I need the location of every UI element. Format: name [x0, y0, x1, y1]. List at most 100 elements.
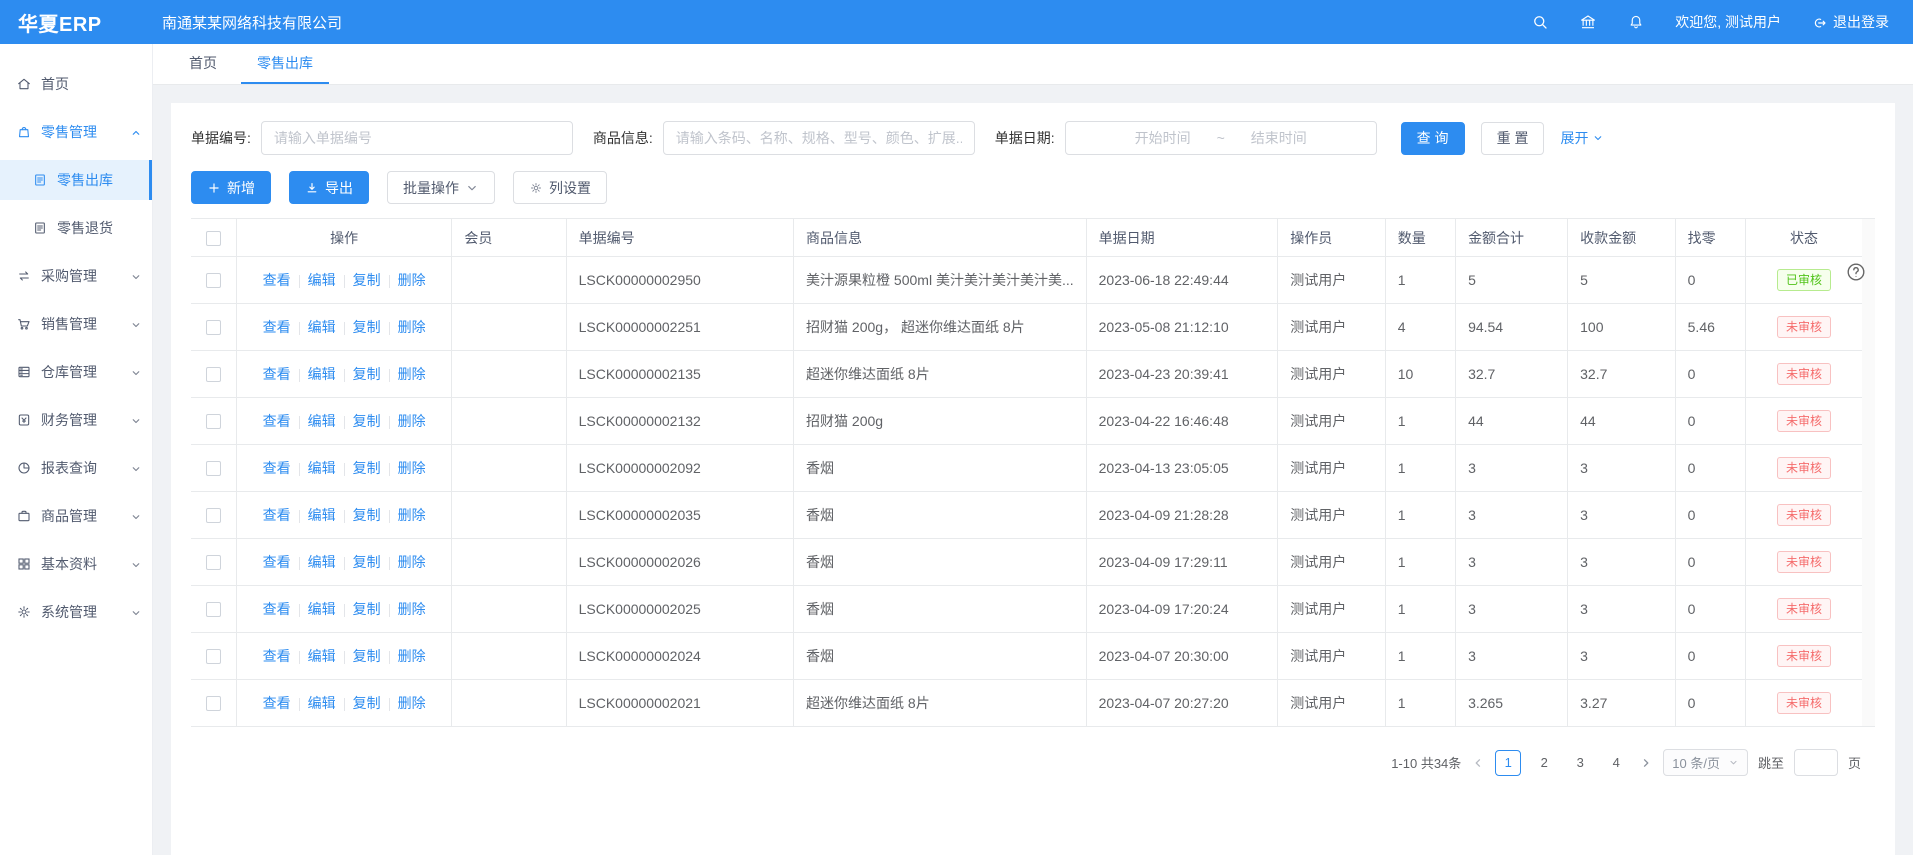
reset-button[interactable]: 重 置 — [1481, 122, 1545, 155]
row-checkbox[interactable] — [206, 508, 221, 523]
row-action-copy[interactable]: 复制 — [353, 554, 381, 570]
sidebar-item-system[interactable]: 系统管理 — [0, 592, 152, 632]
row-checkbox[interactable] — [206, 696, 221, 711]
row-action-view[interactable]: 查看 — [263, 460, 291, 476]
sidebar-item-retail-return[interactable]: 零售退货 — [0, 208, 152, 248]
row-action-view[interactable]: 查看 — [263, 554, 291, 570]
goods-info-input[interactable] — [663, 121, 975, 155]
sidebar-item-basic[interactable]: 基本资料 — [0, 544, 152, 584]
page-2[interactable]: 2 — [1531, 750, 1557, 776]
bill-no-label: 单据编号: — [191, 128, 251, 148]
row-action-copy[interactable]: 复制 — [353, 366, 381, 382]
row-action-edit[interactable]: 编辑 — [308, 319, 336, 335]
row-checkbox[interactable] — [206, 414, 221, 429]
status-badge: 未审核 — [1777, 410, 1831, 432]
help-icon[interactable] — [1845, 261, 1867, 283]
row-action-view[interactable]: 查看 — [263, 319, 291, 335]
row-action-view[interactable]: 查看 — [263, 413, 291, 429]
row-checkbox[interactable] — [206, 555, 221, 570]
row-action-view[interactable]: 查看 — [263, 695, 291, 711]
search-icon[interactable] — [1531, 13, 1549, 31]
row-checkbox[interactable] — [206, 367, 221, 382]
row-action-edit[interactable]: 编辑 — [308, 695, 336, 711]
row-action-edit[interactable]: 编辑 — [308, 272, 336, 288]
add-button-label: 新增 — [227, 178, 255, 198]
row-action-delete[interactable]: 删除 — [398, 507, 426, 523]
sidebar-item-finance[interactable]: 财务管理 — [0, 400, 152, 440]
search-button[interactable]: 查 询 — [1401, 122, 1465, 155]
row-action-copy[interactable]: 复制 — [353, 319, 381, 335]
row-action-edit[interactable]: 编辑 — [308, 460, 336, 476]
table-scrollbar[interactable] — [1862, 218, 1875, 727]
row-select-cell — [191, 445, 236, 492]
sidebar-item-retail-out[interactable]: 零售出库 — [0, 160, 152, 200]
column-settings-button[interactable]: 列设置 — [513, 171, 607, 204]
row-action-delete[interactable]: 删除 — [398, 413, 426, 429]
row-action-copy[interactable]: 复制 — [353, 507, 381, 523]
row-action-view[interactable]: 查看 — [263, 601, 291, 617]
bill-no-input[interactable] — [261, 121, 573, 155]
select-all-checkbox[interactable] — [206, 231, 221, 246]
row-action-delete[interactable]: 删除 — [398, 460, 426, 476]
row-action-edit[interactable]: 编辑 — [308, 413, 336, 429]
row-checkbox[interactable] — [206, 649, 221, 664]
tab-retail-out[interactable]: 零售出库 — [241, 44, 329, 84]
sidebar-item-goods[interactable]: 商品管理 — [0, 496, 152, 536]
sidebar-item-sales[interactable]: 销售管理 — [0, 304, 152, 344]
row-action-delete[interactable]: 删除 — [398, 366, 426, 382]
row-action-copy[interactable]: 复制 — [353, 460, 381, 476]
row-action-copy[interactable]: 复制 — [353, 695, 381, 711]
row-action-edit[interactable]: 编辑 — [308, 601, 336, 617]
row-action-copy[interactable]: 复制 — [353, 272, 381, 288]
cell-total: 3 — [1456, 445, 1568, 492]
cell-operation: 查看 编辑 复制 删除 — [236, 304, 451, 351]
add-button[interactable]: 新增 — [191, 171, 271, 204]
cell-change: 0 — [1675, 445, 1745, 492]
page-1[interactable]: 1 — [1495, 750, 1521, 776]
row-action-view[interactable]: 查看 — [263, 366, 291, 382]
row-action-delete[interactable]: 删除 — [398, 554, 426, 570]
row-action-edit[interactable]: 编辑 — [308, 366, 336, 382]
row-action-edit[interactable]: 编辑 — [308, 554, 336, 570]
sidebar-item-warehouse[interactable]: 仓库管理 — [0, 352, 152, 392]
sidebar-item-purchase[interactable]: 采购管理 — [0, 256, 152, 296]
row-action-delete[interactable]: 删除 — [398, 272, 426, 288]
jump-to-input[interactable] — [1794, 749, 1838, 776]
sidebar-item-reports[interactable]: 报表查询 — [0, 448, 152, 488]
row-action-copy[interactable]: 复制 — [353, 413, 381, 429]
row-action-copy[interactable]: 复制 — [353, 601, 381, 617]
row-checkbox[interactable] — [206, 273, 221, 288]
page-3[interactable]: 3 — [1567, 750, 1593, 776]
export-button[interactable]: 导出 — [289, 171, 369, 204]
row-checkbox[interactable] — [206, 320, 221, 335]
row-action-delete[interactable]: 删除 — [398, 695, 426, 711]
row-action-edit[interactable]: 编辑 — [308, 507, 336, 523]
expand-toggle[interactable]: 展开 — [1560, 128, 1604, 148]
grid-icon — [16, 556, 32, 572]
row-action-delete[interactable]: 删除 — [398, 319, 426, 335]
page-size-select[interactable]: 10 条/页 — [1663, 749, 1748, 776]
row-action-edit[interactable]: 编辑 — [308, 648, 336, 664]
row-checkbox[interactable] — [206, 461, 221, 476]
row-action-view[interactable]: 查看 — [263, 272, 291, 288]
table-row: 查看编辑复制删除LSCK00000002251招财猫 200g， 超迷你维达面纸… — [191, 304, 1862, 351]
batch-operations-button[interactable]: 批量操作 — [387, 171, 495, 204]
sidebar-item-home[interactable]: 首页 — [0, 64, 152, 104]
logout-button[interactable]: 退出登录 — [1811, 12, 1889, 32]
row-action-view[interactable]: 查看 — [263, 648, 291, 664]
row-action-copy[interactable]: 复制 — [353, 648, 381, 664]
row-action-delete[interactable]: 删除 — [398, 601, 426, 617]
bank-icon[interactable] — [1579, 13, 1597, 31]
row-checkbox[interactable] — [206, 602, 221, 617]
row-action-delete[interactable]: 删除 — [398, 648, 426, 664]
bell-icon[interactable] — [1627, 13, 1645, 31]
row-action-view[interactable]: 查看 — [263, 507, 291, 523]
sidebar-item-label: 零售退货 — [57, 218, 142, 238]
page-4[interactable]: 4 — [1603, 750, 1629, 776]
date-range-input[interactable]: 开始时间 ~ 结束时间 — [1065, 121, 1377, 155]
sidebar-item-retail[interactable]: 零售管理 — [0, 112, 152, 152]
next-page-icon[interactable] — [1639, 756, 1653, 770]
tab-home[interactable]: 首页 — [173, 44, 233, 84]
prev-page-icon[interactable] — [1471, 756, 1485, 770]
action-divider — [389, 651, 390, 664]
